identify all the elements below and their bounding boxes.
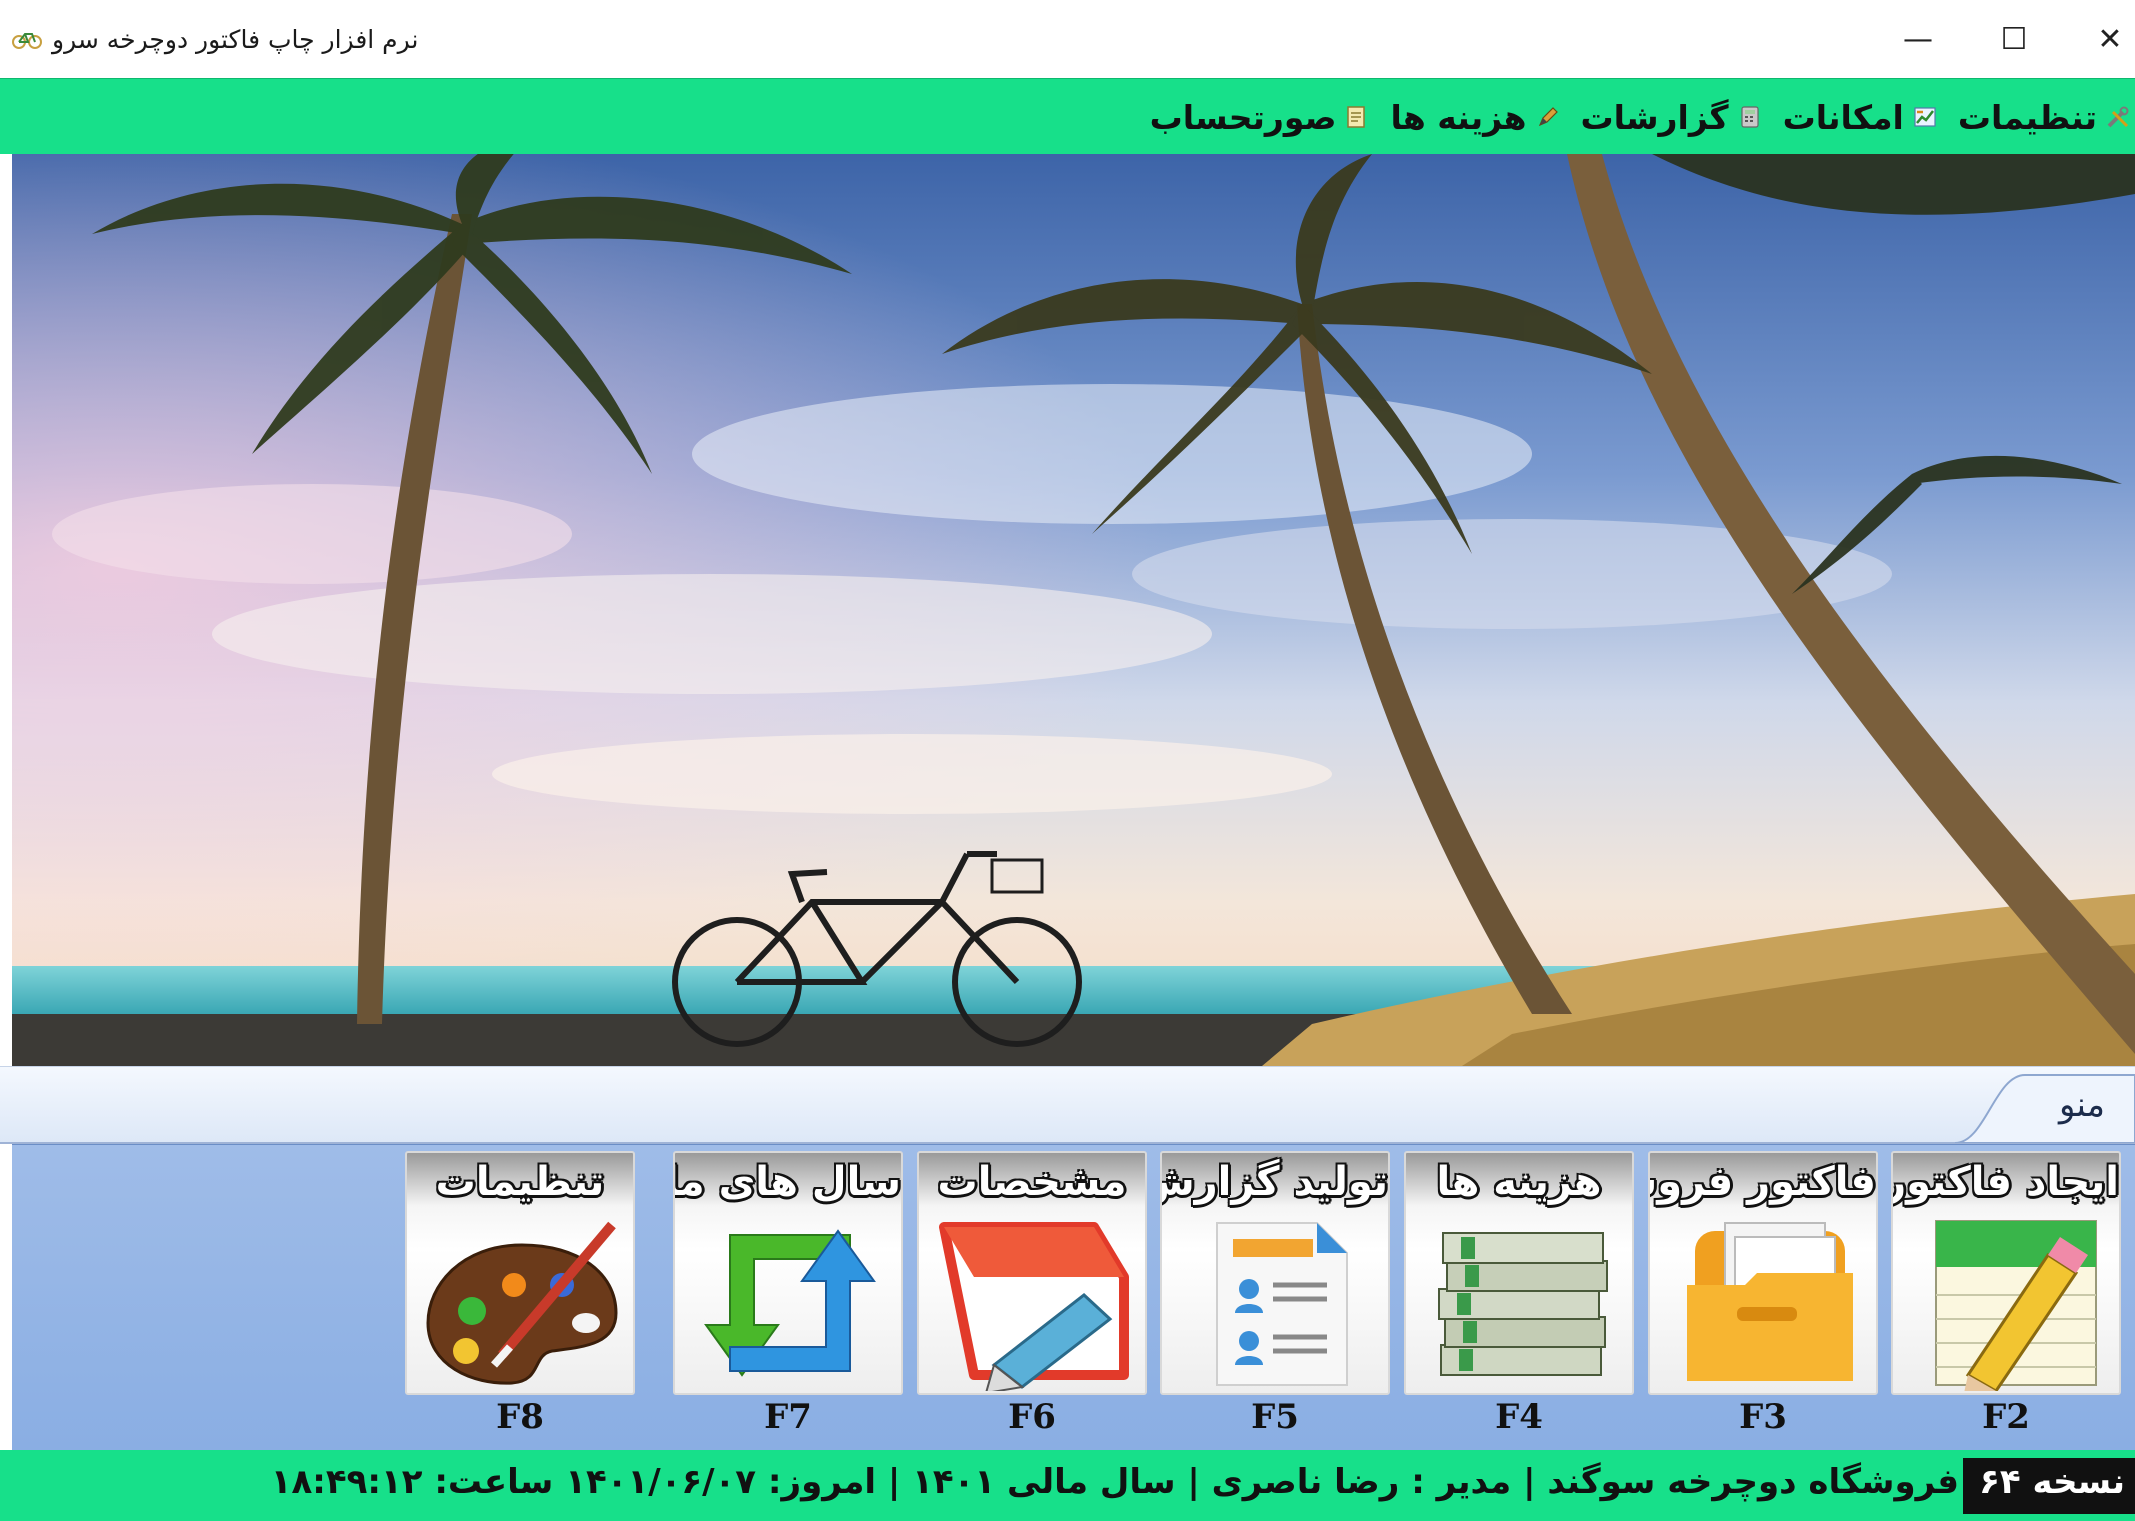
- menu-item-reports[interactable]: گزارشات: [1577, 98, 1767, 137]
- chart-icon: [1914, 107, 1936, 127]
- menu-bar: صورتحساب هزینه ها گزارشات امکانات تنظیما…: [0, 78, 2135, 154]
- generate-report-button[interactable]: تولید گزارش: [1160, 1151, 1390, 1395]
- invoice-icon: [1347, 106, 1366, 128]
- sales-invoice-shortcut: F3: [1739, 1397, 1787, 1437]
- status-info-text: فروشگاه دوچرخه سوگند | مدیر : رضا ناصری …: [270, 1462, 1959, 1502]
- edit-clipboard-icon: [939, 1222, 1129, 1391]
- title-bar: نرم افزار چاپ فاکتور دوچرخه سرو — ☐ ✕: [0, 0, 2135, 78]
- settings-shortcut: F8: [496, 1397, 544, 1437]
- palette-icon: [426, 1221, 618, 1385]
- expenses-shortcut: F4: [1495, 1397, 1543, 1437]
- tab-menu-label: منو: [2058, 1085, 2105, 1125]
- tab-menu[interactable]: منو: [1955, 1071, 2135, 1143]
- sales-invoice-label: فاکتور فروش: [1650, 1159, 1876, 1205]
- menu-label-invoice: صورتحساب: [1149, 97, 1337, 137]
- menu-label-features: امکانات: [1782, 97, 1904, 137]
- menu-items: صورتحساب هزینه ها گزارشات امکانات تنظیما…: [1146, 79, 2135, 155]
- expenses-label: هزینه ها: [1436, 1159, 1602, 1205]
- ribbon-tab-strip: منو: [0, 1066, 2135, 1144]
- profile-button[interactable]: مشخصات: [917, 1151, 1147, 1395]
- settings-button[interactable]: تنظیمات: [405, 1151, 635, 1395]
- profile-shortcut: F6: [1008, 1397, 1056, 1437]
- fiscal-years-shortcut: F7: [764, 1397, 812, 1437]
- tools-icon: [2107, 106, 2129, 128]
- generate-report-shortcut: F5: [1251, 1397, 1299, 1437]
- expenses-button[interactable]: هزینه ها: [1404, 1151, 1634, 1395]
- refresh-arrows-icon: [704, 1229, 876, 1377]
- profile-label: مشخصات: [937, 1159, 1127, 1205]
- create-invoice-button[interactable]: ایجاد فاکتور: [1891, 1151, 2121, 1395]
- menu-label-expenses: هزینه ها: [1390, 97, 1527, 137]
- ribbon-panel: ایجاد فاکتور F2 فاکتور فروش F3 هزینه ها: [12, 1144, 2135, 1450]
- background-beach-image: [12, 154, 2135, 1066]
- pen-icon: [1538, 107, 1558, 127]
- sales-invoice-button[interactable]: فاکتور فروش: [1648, 1151, 1878, 1395]
- generate-report-label: تولید گزارش: [1160, 1159, 1388, 1205]
- settings-label: تنظیمات: [435, 1159, 605, 1205]
- money-stack-icon: [1438, 1232, 1608, 1376]
- folder-icon: [1687, 1222, 1853, 1381]
- create-invoice-shortcut: F2: [1982, 1397, 2030, 1437]
- status-bar: نسخه ۶۴ فروشگاه دوچرخه سوگند | مدیر : رض…: [0, 1450, 2135, 1521]
- fiscal-years-button[interactable]: سال های مالی: [673, 1151, 903, 1395]
- menu-label-settings: تنظیمات: [1957, 97, 2097, 137]
- window-title: نرم افزار چاپ فاکتور دوچرخه سرو: [52, 24, 419, 54]
- create-invoice-label: ایجاد فاکتور: [1891, 1159, 2119, 1205]
- fiscal-years-label: سال های مالی: [675, 1159, 901, 1205]
- app-bicycle-icon: [12, 33, 42, 49]
- menu-item-expenses[interactable]: هزینه ها: [1386, 98, 1564, 137]
- menu-item-features[interactable]: امکانات: [1779, 98, 1942, 137]
- close-button[interactable]: ✕: [2062, 0, 2135, 78]
- menu-item-settings[interactable]: تنظیمات: [1954, 98, 2135, 137]
- minimize-button[interactable]: —: [1870, 0, 1966, 78]
- maximize-button[interactable]: ☐: [1966, 0, 2062, 78]
- window-title-area: نرم افزار چاپ فاکتور دوچرخه سرو: [12, 22, 418, 56]
- menu-item-invoice[interactable]: صورتحساب: [1146, 98, 1375, 137]
- menu-label-reports: گزارشات: [1580, 97, 1729, 137]
- report-document-icon: [1216, 1222, 1348, 1386]
- version-badge: نسخه ۶۴: [1963, 1458, 2135, 1514]
- notepad-pencil-icon: [1935, 1220, 2097, 1391]
- calculator-icon: [1740, 106, 1759, 128]
